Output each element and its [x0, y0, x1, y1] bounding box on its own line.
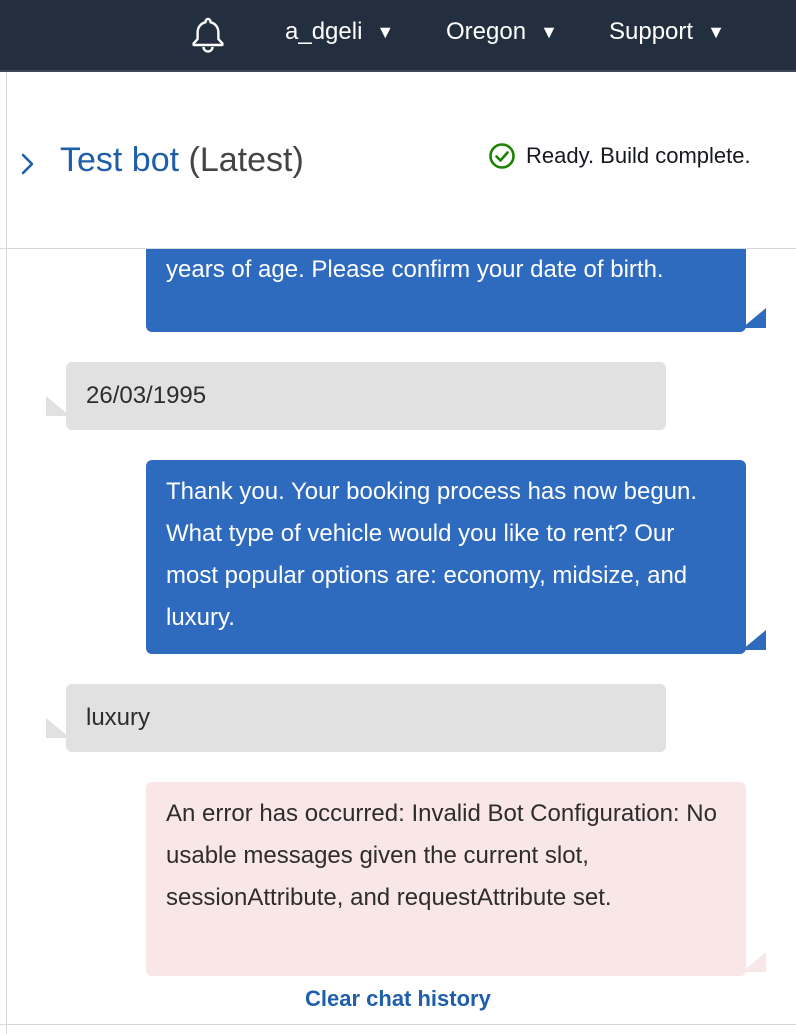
caret-down-icon: ▼ — [540, 22, 558, 42]
support-menu[interactable]: Support ▼ — [609, 18, 725, 46]
bot-message: Thank you. Your booking process has now … — [146, 460, 766, 654]
region-menu-label: Oregon — [446, 18, 527, 45]
version-label: (Latest) — [188, 141, 304, 179]
message-text: Thank you. Your booking process has now … — [166, 478, 698, 631]
support-menu-label: Support — [609, 18, 694, 45]
bubble-tail — [742, 952, 766, 972]
region-menu[interactable]: Oregon ▼ — [446, 18, 558, 46]
panel-title: Test bot (Latest) — [60, 140, 304, 180]
message-text: 26/03/1995 — [86, 382, 207, 409]
user-message: 26/03/1995 — [46, 362, 666, 430]
check-circle-icon — [489, 143, 515, 169]
bell-icon[interactable] — [188, 14, 228, 54]
caret-down-icon: ▼ — [376, 22, 395, 42]
error-message: An error has occurred: Invalid Bot Confi… — [146, 782, 766, 976]
user-menu[interactable]: a_dgeli ▼ — [285, 18, 394, 46]
message-text: An error has occurred: Invalid Bot Confi… — [166, 800, 717, 911]
user-menu-label: a_dgeli — [285, 18, 363, 45]
footer-divider — [0, 1024, 796, 1025]
message-text: luxury — [86, 704, 151, 731]
top-navigation-bar: a_dgeli ▼ Oregon ▼ Support ▼ — [0, 0, 796, 72]
bubble-tail — [742, 308, 766, 328]
clear-chat-history-link[interactable]: Clear chat history — [305, 986, 491, 1012]
chat-transcript[interactable]: years of age. Please confirm your date o… — [7, 249, 796, 1024]
message-text: years of age. Please confirm your date o… — [166, 256, 664, 283]
bubble-tail — [46, 396, 70, 416]
chevron-right-icon[interactable] — [18, 150, 38, 178]
bot-message: years of age. Please confirm your date o… — [146, 249, 766, 332]
test-bot-link[interactable]: Test bot — [60, 141, 179, 179]
bubble-tail — [46, 718, 70, 738]
bubble-tail — [742, 630, 766, 650]
caret-down-icon: ▼ — [707, 22, 725, 42]
user-message: luxury — [46, 684, 666, 752]
status-text: Ready. Build complete. — [526, 143, 751, 168]
build-status: Ready. Build complete. — [488, 142, 751, 170]
